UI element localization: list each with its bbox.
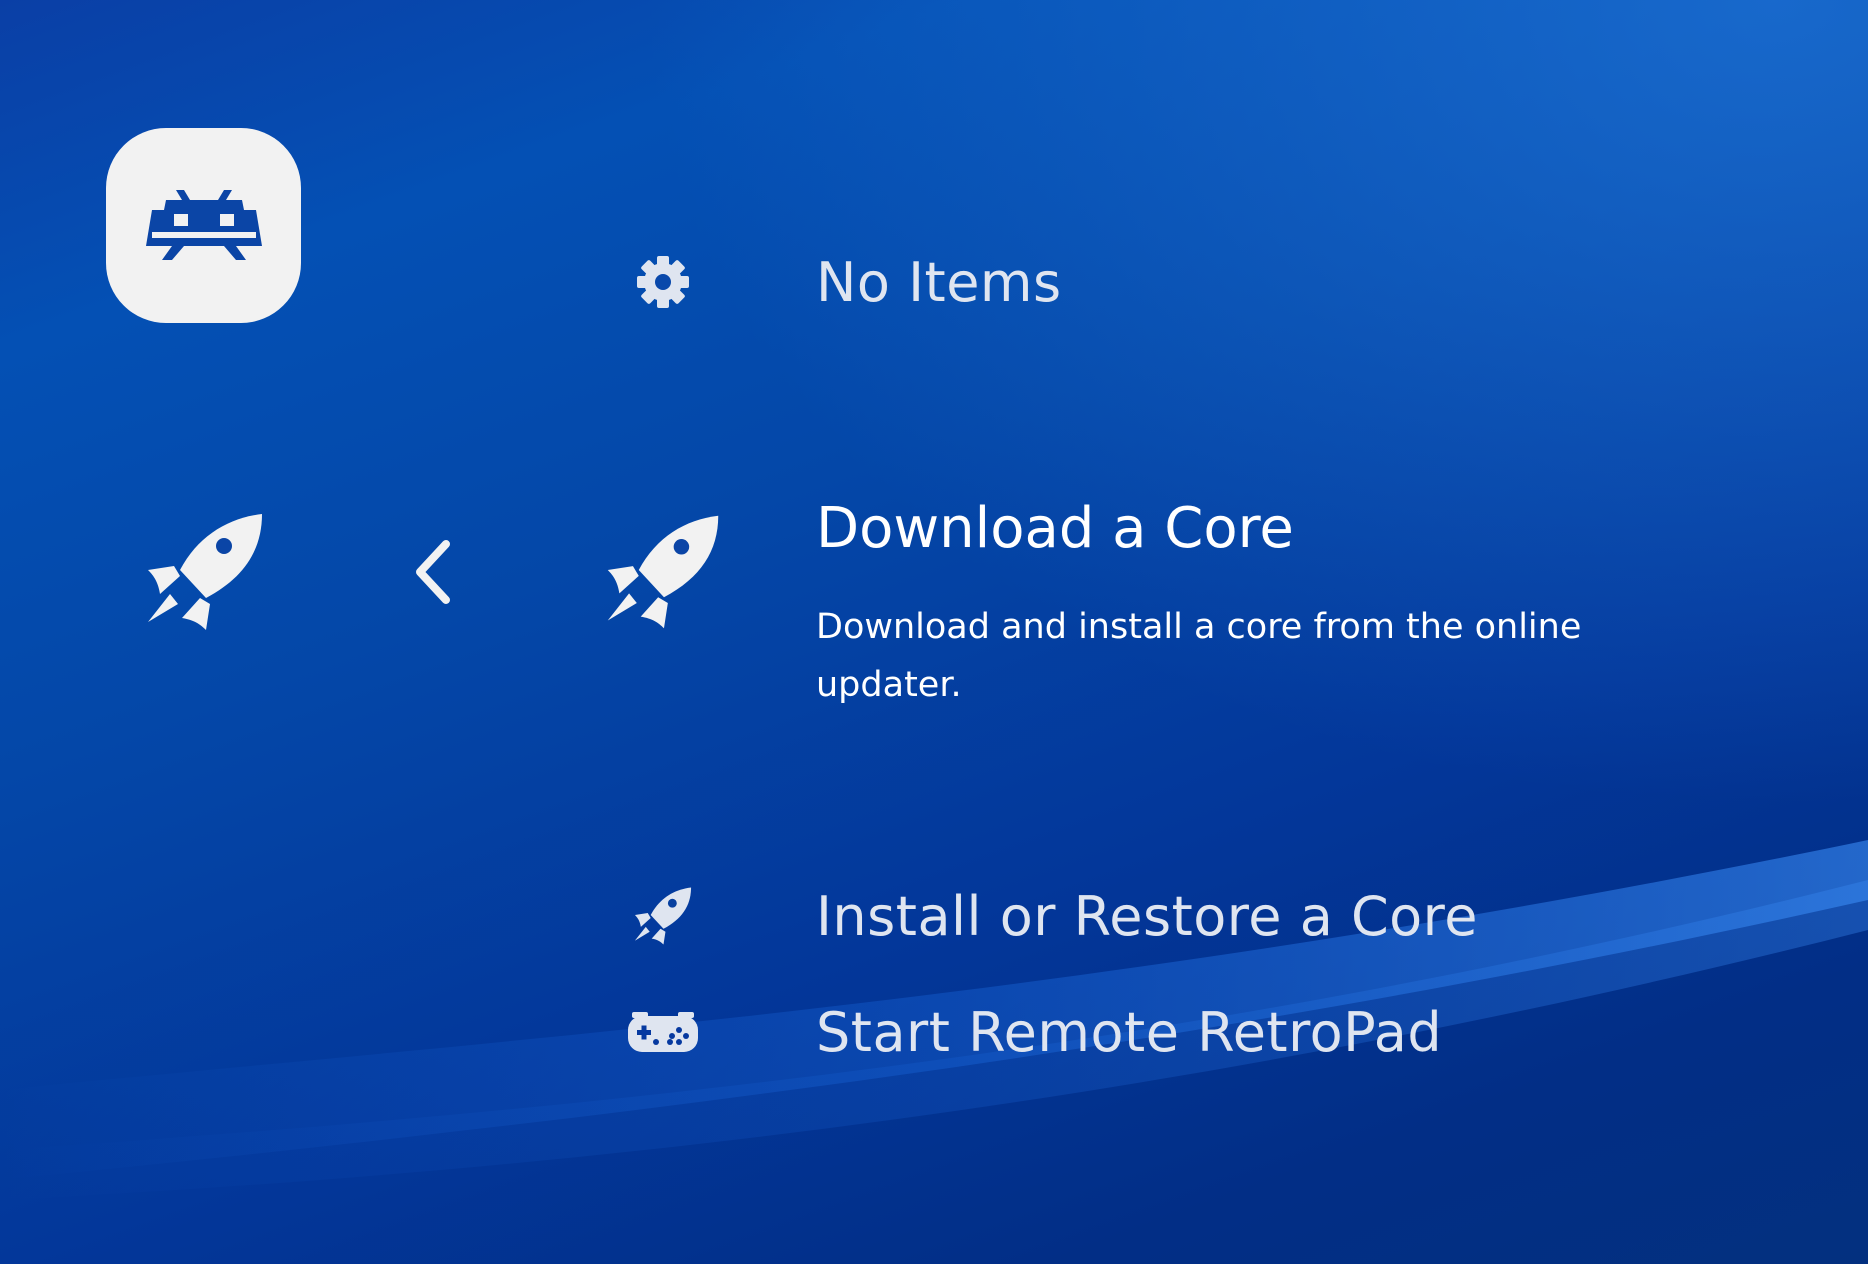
menu-item-label: Install or Restore a Core	[816, 884, 1478, 948]
menu-item-label: No Items	[816, 250, 1062, 314]
retroarch-logo	[106, 128, 301, 323]
back-chevron[interactable]	[410, 540, 460, 608]
retroarch-logo-icon	[145, 189, 262, 260]
chevron-left-icon	[416, 540, 450, 604]
rocket-icon	[634, 887, 692, 945]
menu-item-icon	[600, 242, 726, 322]
menu-item-icon	[600, 992, 726, 1072]
menu-item-start-remote-retropad[interactable]: Start Remote RetroPad	[600, 992, 1442, 1072]
rocket-icon	[148, 514, 262, 630]
menu-item-download-core[interactable]	[600, 512, 726, 632]
menu-item-selected-label: Download a Core	[816, 496, 1294, 561]
current-tab-rocket-icon[interactable]	[140, 512, 270, 636]
rocket-icon	[607, 515, 719, 629]
menu-item-install-restore-core[interactable]: Install or Restore a Core	[600, 876, 1478, 956]
menu-item-description: Download and install a core from the onl…	[816, 607, 1582, 705]
menu-item-icon	[600, 876, 726, 956]
gamepad-icon	[628, 1012, 698, 1052]
menu-item-label: Start Remote RetroPad	[816, 1000, 1443, 1064]
menu-item-no-items[interactable]: No Items	[600, 242, 1062, 322]
menu-item-icon	[600, 512, 726, 632]
gear-icon	[637, 256, 689, 308]
